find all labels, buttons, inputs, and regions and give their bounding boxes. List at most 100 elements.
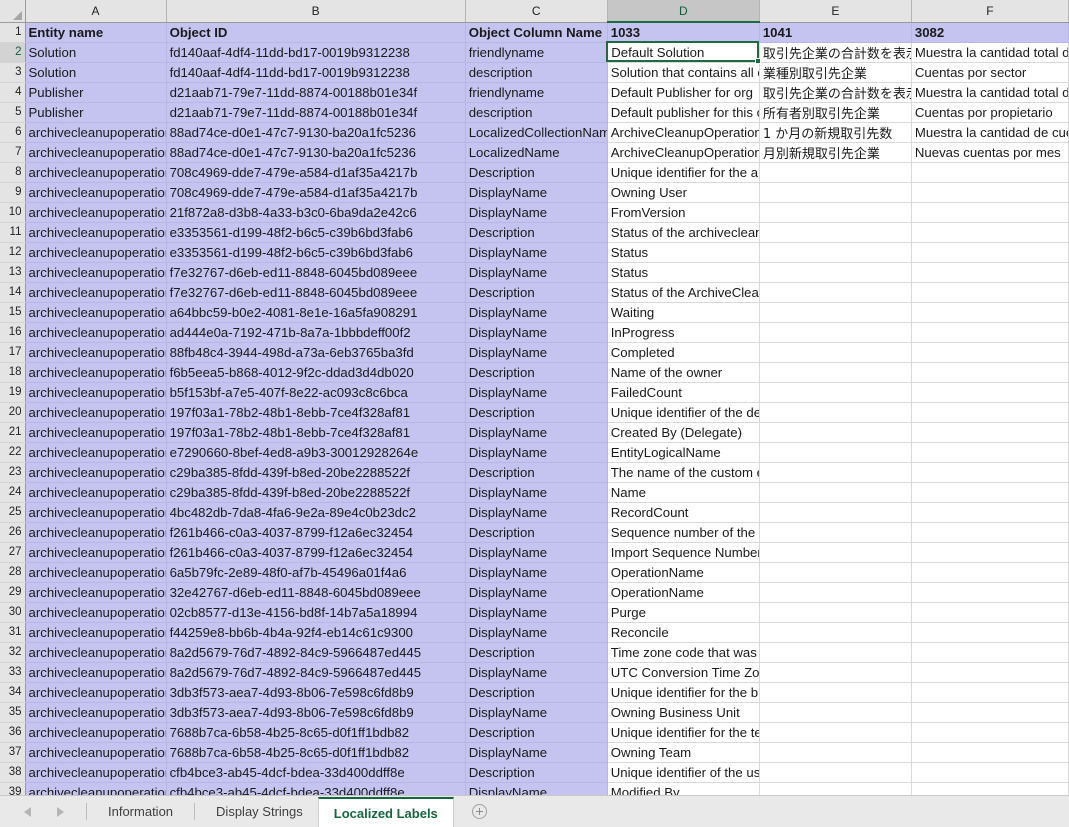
row-header-17[interactable]: 17: [0, 342, 26, 363]
row-header-12[interactable]: 12: [0, 242, 26, 263]
cell-E25[interactable]: [759, 502, 912, 523]
cell-D20[interactable]: Unique identifier of the delegate user w…: [607, 402, 760, 423]
cell-D32[interactable]: Time zone code that was in use when the …: [607, 642, 760, 663]
table-row[interactable]: 19 archivecleanupoperation b5f153bf-a7e5-4…: [0, 382, 1069, 403]
row-header-32[interactable]: 32: [0, 642, 26, 663]
cell-D14[interactable]: Status of the ArchiveCleanupOperation: [607, 282, 760, 303]
cell-A21[interactable]: archivecleanupoperation: [25, 422, 167, 443]
cell-B34[interactable]: 3db3f573-aea7-4d93-8b06-7e598c6fd8b9: [166, 682, 466, 703]
cell-E3[interactable]: 業種別取引先企業: [759, 62, 912, 83]
sheet-tab-localized-labels[interactable]: Localized Labels: [317, 797, 454, 827]
cell-E23[interactable]: [759, 462, 912, 483]
cell-C12[interactable]: DisplayName: [465, 242, 608, 263]
cell-A31[interactable]: archivecleanupoperation: [25, 622, 167, 643]
cell-E10[interactable]: [759, 202, 912, 223]
cell-A23[interactable]: archivecleanupoperation: [25, 462, 167, 483]
cell-F10[interactable]: [911, 202, 1069, 223]
sheet-tab-information[interactable]: Information: [93, 796, 188, 827]
cell-E17[interactable]: [759, 342, 912, 363]
cell-A32[interactable]: archivecleanupoperation: [25, 642, 167, 663]
cell-A25[interactable]: archivecleanupoperation: [25, 502, 167, 523]
table-row[interactable]: 30 archivecleanupoperation 02cb8577-d13e-4…: [0, 602, 1069, 623]
cell-E30[interactable]: [759, 602, 912, 623]
cell-C19[interactable]: DisplayName: [465, 382, 608, 403]
cell-F35[interactable]: [911, 702, 1069, 723]
cell-C8[interactable]: Description: [465, 162, 608, 183]
cell-A10[interactable]: archivecleanupoperation: [25, 202, 167, 223]
cell-D15[interactable]: Waiting: [607, 302, 760, 323]
cell-B1[interactable]: Object ID: [166, 22, 466, 43]
cell-C18[interactable]: Description: [465, 362, 608, 383]
cell-A22[interactable]: archivecleanupoperation: [25, 442, 167, 463]
table-row[interactable]: 38 archivecleanupoperation cfb4bce3-ab45-4…: [0, 762, 1069, 783]
cell-B17[interactable]: 88fb48c4-3944-498d-a73a-6eb3765ba3fd: [166, 342, 466, 363]
cell-B18[interactable]: f6b5eea5-b868-4012-9f2c-ddad3d4db020: [166, 362, 466, 383]
cell-B33[interactable]: 8a2d5679-76d7-4892-84c9-5966487ed445: [166, 662, 466, 683]
column-header-d[interactable]: D: [607, 0, 760, 23]
cell-D28[interactable]: OperationName: [607, 562, 760, 583]
cell-B21[interactable]: 197f03a1-78b2-48b1-8ebb-7ce4f328af81: [166, 422, 466, 443]
cell-D13[interactable]: Status: [607, 262, 760, 283]
cell-A11[interactable]: archivecleanupoperation: [25, 222, 167, 243]
cell-C2[interactable]: friendlyname: [465, 42, 608, 63]
table-row[interactable]: 32 archivecleanupoperation 8a2d5679-76d7-4…: [0, 642, 1069, 663]
cell-A4[interactable]: Publisher: [25, 82, 167, 103]
cell-E6[interactable]: 1 か月の新規取引先数: [759, 122, 912, 143]
cell-E16[interactable]: [759, 322, 912, 343]
table-row[interactable]: 5 Publisher d21aab71-79e7-11dd-8874-00188b…: [0, 102, 1069, 123]
table-row[interactable]: 17 archivecleanupoperation 88fb48c4-3944-4…: [0, 342, 1069, 363]
cell-B16[interactable]: ad444e0a-7192-471b-8a7a-1bbbdeff00f2: [166, 322, 466, 343]
cell-C20[interactable]: Description: [465, 402, 608, 423]
table-row[interactable]: 11 archivecleanupoperation e3353561-d199-4…: [0, 222, 1069, 243]
cell-F8[interactable]: [911, 162, 1069, 183]
cell-F2[interactable]: Muestra la cantidad total de cuentas.: [911, 42, 1069, 63]
cell-B7[interactable]: 88ad74ce-d0e1-47c7-9130-ba20a1fc5236: [166, 142, 466, 163]
cell-F1[interactable]: 3082: [911, 22, 1069, 43]
cell-F22[interactable]: [911, 442, 1069, 463]
cell-A13[interactable]: archivecleanupoperation: [25, 262, 167, 283]
cell-D16[interactable]: InProgress: [607, 322, 760, 343]
cell-B39[interactable]: cfb4bce3-ab45-4dcf-bdea-33d400ddff8e: [166, 782, 466, 795]
row-header-30[interactable]: 30: [0, 602, 26, 623]
cell-C17[interactable]: DisplayName: [465, 342, 608, 363]
cell-D22[interactable]: EntityLogicalName: [607, 442, 760, 463]
cell-C32[interactable]: Description: [465, 642, 608, 663]
cell-F31[interactable]: [911, 622, 1069, 643]
cell-E12[interactable]: [759, 242, 912, 263]
cell-E18[interactable]: [759, 362, 912, 383]
column-header-a[interactable]: A: [25, 0, 167, 23]
table-row[interactable]: 22 archivecleanupoperation e7290660-8bef-4…: [0, 442, 1069, 463]
cell-A38[interactable]: archivecleanupoperation: [25, 762, 167, 783]
cell-E1[interactable]: 1041: [759, 22, 912, 43]
cell-A12[interactable]: archivecleanupoperation: [25, 242, 167, 263]
row-header-29[interactable]: 29: [0, 582, 26, 603]
cell-B35[interactable]: 3db3f573-aea7-4d93-8b06-7e598c6fd8b9: [166, 702, 466, 723]
cell-D29[interactable]: OperationName: [607, 582, 760, 603]
row-header-19[interactable]: 19: [0, 382, 26, 403]
cell-D9[interactable]: Owning User: [607, 182, 760, 203]
row-header-1[interactable]: 1: [0, 22, 26, 43]
cell-E26[interactable]: [759, 522, 912, 543]
cell-E20[interactable]: [759, 402, 912, 423]
cell-A18[interactable]: archivecleanupoperation: [25, 362, 167, 383]
cell-B22[interactable]: e7290660-8bef-4ed8-a9b3-30012928264e: [166, 442, 466, 463]
row-header-37[interactable]: 37: [0, 742, 26, 763]
row-header-6[interactable]: 6: [0, 122, 26, 143]
cell-E5[interactable]: 所有者別取引先企業: [759, 102, 912, 123]
cell-C28[interactable]: DisplayName: [465, 562, 608, 583]
cell-B27[interactable]: f261b466-c0a3-4037-8799-f12a6ec32454: [166, 542, 466, 563]
row-header-38[interactable]: 38: [0, 762, 26, 783]
row-header-21[interactable]: 21: [0, 422, 26, 443]
row-header-7[interactable]: 7: [0, 142, 26, 163]
cell-C14[interactable]: Description: [465, 282, 608, 303]
cell-B14[interactable]: f7e32767-d6eb-ed11-8848-6045bd089eee: [166, 282, 466, 303]
cell-B10[interactable]: 21f872a8-d3b8-4a33-b3c0-6ba9da2e42c6: [166, 202, 466, 223]
table-row[interactable]: 14 archivecleanupoperation f7e32767-d6eb-e…: [0, 282, 1069, 303]
table-row[interactable]: 26 archivecleanupoperation f261b466-c0a3-4…: [0, 522, 1069, 543]
cell-E32[interactable]: [759, 642, 912, 663]
row-header-10[interactable]: 10: [0, 202, 26, 223]
cell-A3[interactable]: Solution: [25, 62, 167, 83]
cell-D4[interactable]: Default Publisher for org: [607, 82, 760, 103]
cell-E29[interactable]: [759, 582, 912, 603]
cell-F26[interactable]: [911, 522, 1069, 543]
